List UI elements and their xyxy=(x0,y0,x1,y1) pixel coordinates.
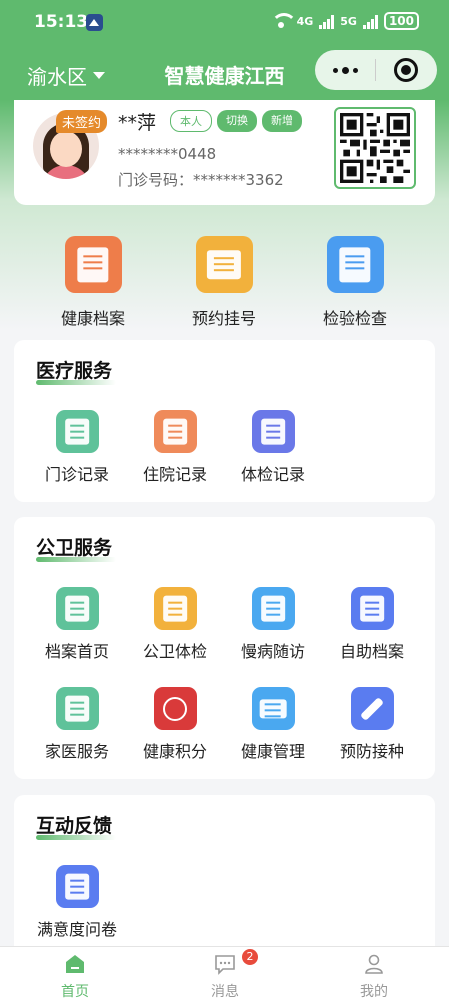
medical-kit-icon xyxy=(251,410,295,453)
service-label: 慢病随访 xyxy=(240,642,305,661)
service-label: 住院记录 xyxy=(142,465,207,484)
heartbeat-icon xyxy=(251,587,295,630)
service-label: 档案首页 xyxy=(44,642,109,661)
service-label: 健康管理 xyxy=(240,742,305,761)
clinic-number: 门诊号码：*******3362 xyxy=(118,171,284,189)
more-options-button[interactable] xyxy=(315,50,375,90)
title-underline xyxy=(36,380,116,385)
notification-app-icon xyxy=(86,14,103,31)
vaccine-icon xyxy=(350,687,394,730)
tab-profile[interactable]: 我的 xyxy=(324,953,424,1001)
tab-label: 首页 xyxy=(61,984,89,1000)
public-checkup-button[interactable]: 公卫体检 xyxy=(130,587,220,662)
service-label: 预防接种 xyxy=(339,742,404,761)
medical-services-card: 医疗服务 门诊记录 住院记录 体检记录 xyxy=(14,340,435,502)
health-record-button[interactable]: 健康档案 xyxy=(43,236,143,329)
quick-action-label: 预约挂号 xyxy=(191,309,256,328)
service-label: 自助档案 xyxy=(339,642,404,661)
more-dot-icon xyxy=(341,66,349,74)
tab-messages[interactable]: 2 消息 xyxy=(175,949,275,1001)
switch-user-button[interactable]: 切换 xyxy=(217,110,257,132)
more-dot-icon xyxy=(332,67,338,73)
target-close-icon xyxy=(394,58,418,82)
network-type-1: 4G xyxy=(296,14,314,28)
profile-card: 未签约 **萍 本人 切换 新增 ********0448 门诊号码：*****… xyxy=(14,100,435,205)
message-icon: 2 xyxy=(214,949,258,975)
nav-bar: 渝水区 智慧健康江西 xyxy=(0,46,449,100)
qr-code-icon xyxy=(340,113,410,183)
section-title: 互动反馈 xyxy=(36,815,113,837)
profile-icon xyxy=(363,953,385,975)
health-management-button[interactable]: 健康管理 xyxy=(228,687,318,762)
health-points-button[interactable]: 健康积分 xyxy=(130,687,220,762)
network-type-2: 5G xyxy=(340,14,357,28)
doctor-icon xyxy=(55,687,99,730)
tab-home[interactable]: 首页 xyxy=(25,953,125,1001)
lab-test-button[interactable]: 检验检查 xyxy=(305,236,405,329)
public-health-card: 公卫服务 档案首页 公卫体检 慢病随访 自助档案 家医服务 健康积分 健康管理 … xyxy=(14,517,435,779)
battery-icon: 100 xyxy=(383,12,419,30)
feedback-card: 互动反馈 满意度问卷 xyxy=(14,795,435,955)
vaccination-button[interactable]: 预防接种 xyxy=(327,687,417,762)
self-service-file-button[interactable]: 自助档案 xyxy=(327,587,417,662)
wifi-icon xyxy=(270,13,297,29)
service-label: 体检记录 xyxy=(240,465,305,484)
status-bar: 15:13 4G 5G 100 xyxy=(0,0,449,44)
inpatient-record-button[interactable]: 住院记录 xyxy=(130,410,220,485)
more-dot-icon xyxy=(352,67,358,73)
appointment-button[interactable]: 预约挂号 xyxy=(174,236,274,329)
tag-self: 本人 xyxy=(170,110,212,132)
unsigned-badge: 未签约 xyxy=(56,110,108,133)
service-label: 健康积分 xyxy=(142,742,207,761)
section-title: 医疗服务 xyxy=(36,360,113,382)
chronic-followup-button[interactable]: 慢病随访 xyxy=(228,587,318,662)
id-number: ********0448 xyxy=(118,145,217,163)
family-doctor-button[interactable]: 家医服务 xyxy=(32,687,122,762)
tab-label: 我的 xyxy=(360,984,388,1000)
qr-code-button[interactable] xyxy=(334,107,416,189)
miniprogram-capsule xyxy=(315,50,437,90)
physical-exam-record-button[interactable]: 体检记录 xyxy=(228,410,318,485)
service-label: 门诊记录 xyxy=(44,465,109,484)
add-user-button[interactable]: 新增 xyxy=(262,110,302,132)
unread-badge: 2 xyxy=(242,949,258,965)
health-monitor-icon xyxy=(251,687,295,730)
lab-test-icon xyxy=(326,236,384,293)
signal-icon xyxy=(319,13,335,29)
satisfaction-survey-button[interactable]: 满意度问卷 xyxy=(32,865,122,940)
profile-tags: 本人 切换 新增 xyxy=(170,110,302,132)
status-time: 15:13 xyxy=(34,12,89,32)
appointment-icon xyxy=(195,236,253,293)
service-label: 家医服务 xyxy=(44,742,109,761)
outpatient-record-button[interactable]: 门诊记录 xyxy=(32,410,122,485)
user-name: **萍 xyxy=(118,112,157,134)
hospital-bed-icon xyxy=(153,410,197,453)
points-icon xyxy=(153,687,197,730)
title-underline xyxy=(36,557,116,562)
signal-icon xyxy=(362,13,378,29)
home-icon xyxy=(64,953,86,975)
survey-icon xyxy=(55,865,99,908)
file-home-button[interactable]: 档案首页 xyxy=(32,587,122,662)
quick-action-label: 健康档案 xyxy=(60,309,125,328)
file-home-icon xyxy=(55,587,99,630)
quick-action-label: 检验检查 xyxy=(322,309,387,328)
tab-label: 消息 xyxy=(211,984,239,1000)
section-title: 公卫服务 xyxy=(36,537,113,559)
clipboard-icon xyxy=(350,587,394,630)
close-miniprogram-button[interactable] xyxy=(376,50,436,90)
outpatient-record-icon xyxy=(55,410,99,453)
quick-actions: 健康档案 预约挂号 检验检查 xyxy=(0,236,449,328)
health-record-icon xyxy=(64,236,122,293)
title-underline xyxy=(36,835,116,840)
checkup-search-icon xyxy=(153,587,197,630)
service-label: 公卫体检 xyxy=(142,642,207,661)
tab-bar: 首页 2 消息 我的 xyxy=(0,946,449,1006)
service-label: 满意度问卷 xyxy=(36,920,117,939)
